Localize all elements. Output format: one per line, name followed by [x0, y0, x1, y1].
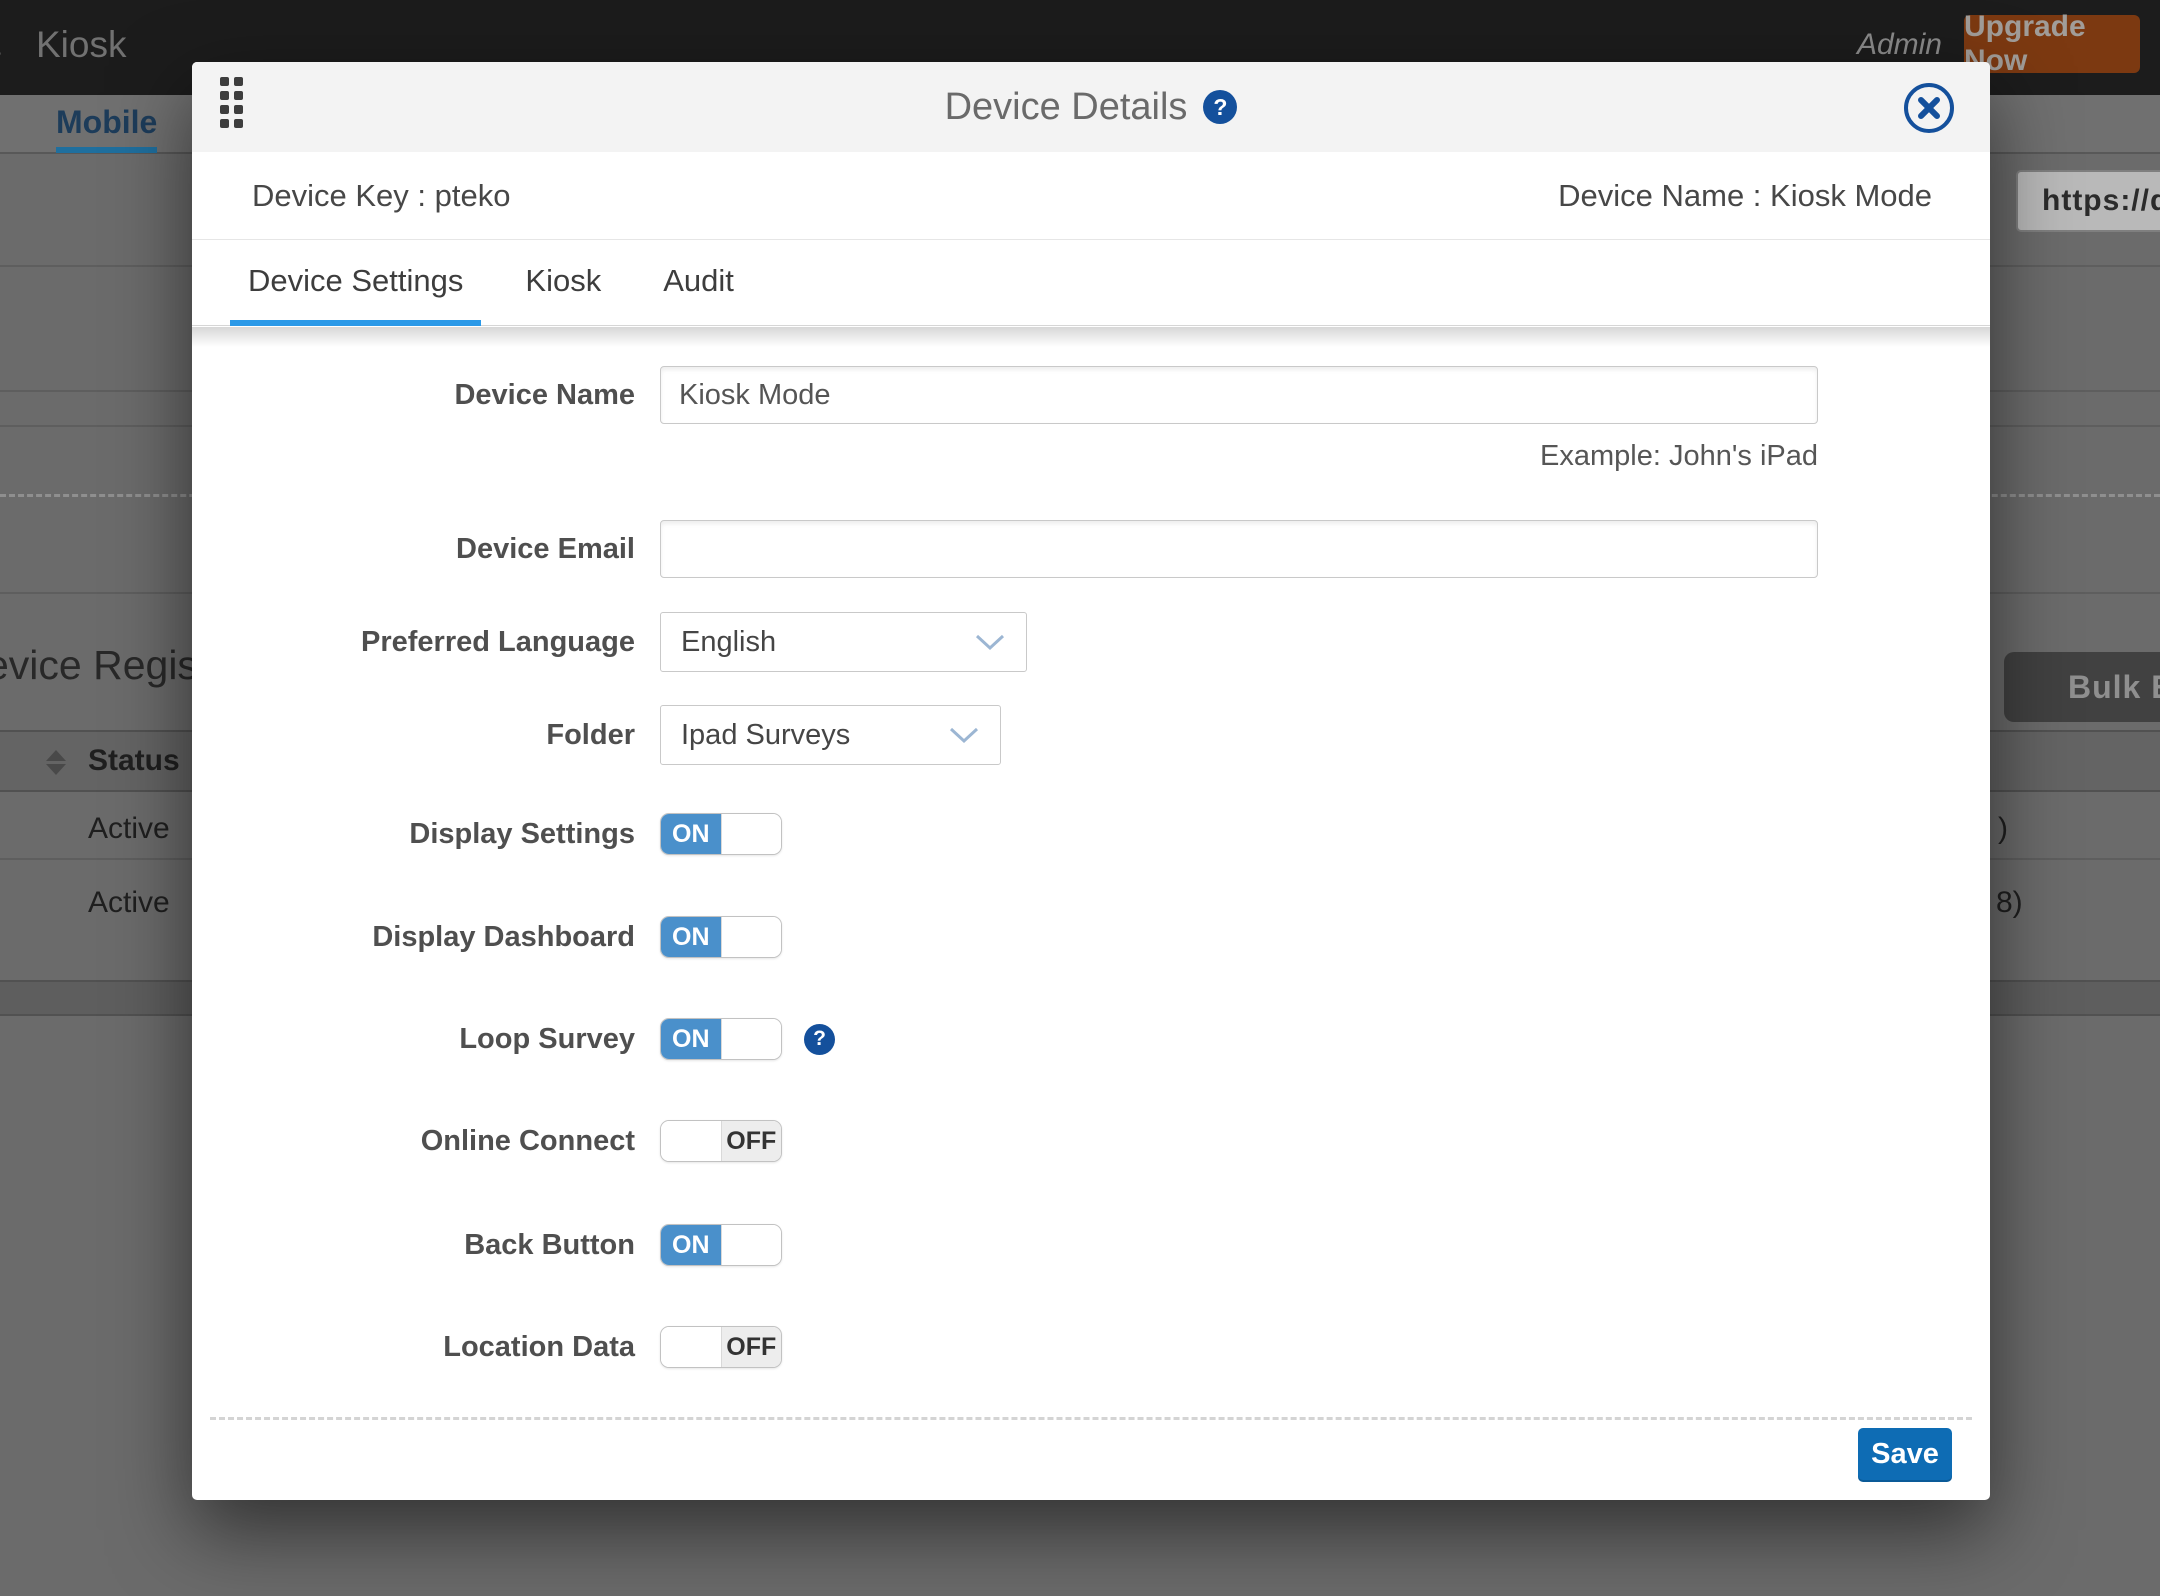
location-data-label: Location Data — [192, 1331, 635, 1364]
folder-label: Folder — [192, 719, 635, 752]
survey-url-field[interactable]: https://qa. — [2016, 170, 2160, 232]
tab-audit[interactable]: Audit — [645, 263, 752, 325]
modal-tabbar: Device Settings Kiosk Audit — [192, 240, 1990, 326]
save-button[interactable]: Save — [1858, 1428, 1952, 1480]
chevron-down-icon — [948, 726, 980, 744]
admin-menu[interactable]: Admin — [1857, 28, 1942, 62]
display-settings-toggle[interactable]: ON — [660, 813, 782, 855]
device-details-modal: Device Details ? Device Key : pteko Devi… — [192, 62, 1990, 1500]
back-button-toggle[interactable]: ON — [660, 1224, 782, 1266]
device-name-text: Device Name : Kiosk Mode — [1558, 178, 1932, 214]
footer-divider — [210, 1417, 1972, 1420]
online-connect-label: Online Connect — [192, 1125, 635, 1158]
location-data-toggle[interactable]: OFF — [660, 1326, 782, 1368]
drag-handle-icon[interactable] — [220, 77, 243, 128]
chevron-down-icon — [974, 633, 1006, 651]
device-key-text: Device Key : pteko — [252, 178, 510, 214]
loop-survey-label: Loop Survey — [192, 1023, 635, 1056]
preferred-language-value: English — [681, 626, 776, 659]
table-row[interactable]: Active — [88, 886, 170, 920]
table-row-fragment: ) — [1998, 812, 2008, 846]
device-name-input[interactable] — [660, 366, 1818, 424]
preferred-language-label: Preferred Language — [192, 626, 635, 659]
table-row-fragment: 8) — [1996, 886, 2023, 920]
upgrade-now-button[interactable]: Upgrade Now — [1964, 15, 2140, 73]
bulk-edit-devices-button[interactable]: Bulk Edit Dev — [2004, 652, 2160, 722]
status-column-header[interactable]: Status — [88, 744, 180, 778]
screen: › Kiosk Admin Upgrade Now Mobile https:/… — [0, 0, 2160, 1596]
tab-mobile[interactable]: Mobile — [56, 104, 157, 153]
preferred-language-select[interactable]: English — [660, 612, 1027, 672]
online-connect-toggle[interactable]: OFF — [660, 1120, 782, 1162]
close-icon[interactable] — [1904, 83, 1954, 133]
table-row[interactable]: Active — [88, 812, 170, 846]
folder-value: Ipad Surveys — [681, 719, 850, 752]
modal-header: Device Details ? — [192, 62, 1990, 152]
device-email-input[interactable] — [660, 520, 1818, 578]
device-name-label: Device Name — [192, 379, 635, 412]
loop-survey-toggle[interactable]: ON — [660, 1018, 782, 1060]
tabbar-shadow — [192, 327, 1990, 347]
help-icon[interactable]: ? — [1203, 90, 1237, 124]
tab-device-settings[interactable]: Device Settings — [230, 263, 481, 325]
folder-select[interactable]: Ipad Surveys — [660, 705, 1001, 765]
display-dashboard-label: Display Dashboard — [192, 921, 635, 954]
device-email-label: Device Email — [192, 533, 635, 566]
device-name-helper: Example: John's iPad — [1540, 440, 1818, 473]
tab-kiosk[interactable]: Kiosk — [507, 263, 619, 325]
back-button-label: Back Button — [192, 1229, 635, 1262]
device-registrations-heading: evice Registr — [0, 642, 223, 689]
modal-subheader: Device Key : pteko Device Name : Kiosk M… — [192, 152, 1990, 240]
sort-icon[interactable] — [46, 750, 68, 775]
help-icon[interactable]: ? — [804, 1024, 835, 1055]
breadcrumb-chevron-icon: › — [0, 26, 3, 76]
display-settings-label: Display Settings — [192, 818, 635, 851]
display-dashboard-toggle[interactable]: ON — [660, 916, 782, 958]
breadcrumb[interactable]: Kiosk — [36, 24, 126, 66]
modal-title: Device Details — [945, 86, 1188, 129]
